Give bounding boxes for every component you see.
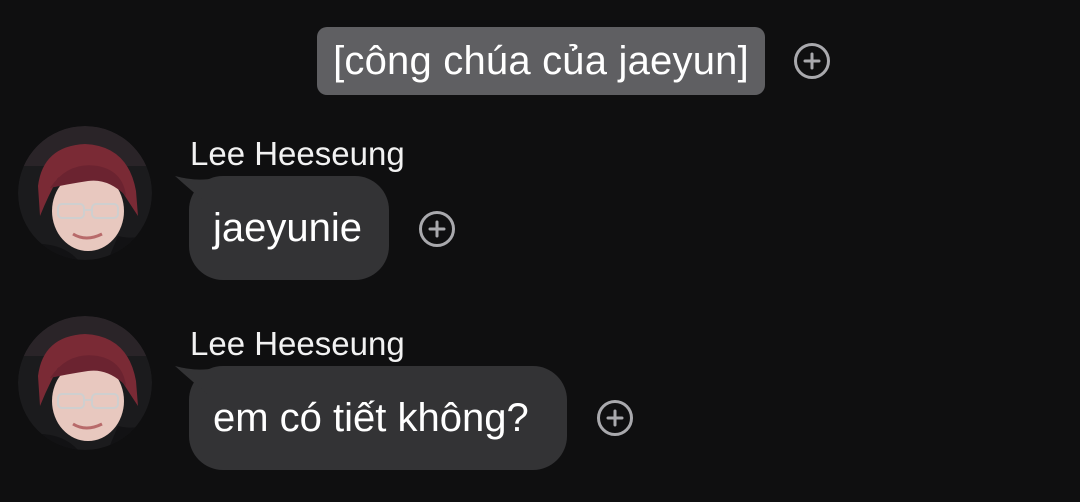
chat-notice-pill[interactable]: [công chúa của jaeyun] bbox=[317, 27, 765, 95]
add-reaction-icon[interactable] bbox=[597, 400, 633, 436]
sender-name: Lee Heeseung bbox=[190, 135, 405, 172]
chat-screen: [công chúa của jaeyun] Lee Heeseung jaey… bbox=[0, 0, 1080, 502]
chat-notice-text: [công chúa của jaeyun] bbox=[333, 38, 749, 83]
avatar[interactable] bbox=[18, 316, 152, 450]
avatar[interactable] bbox=[18, 126, 152, 260]
add-reaction-icon[interactable] bbox=[794, 43, 830, 79]
message-bubble[interactable]: jaeyunie bbox=[175, 176, 389, 280]
sender-name: Lee Heeseung bbox=[190, 325, 405, 362]
message-text: em có tiết không? bbox=[213, 395, 529, 440]
message-bubble[interactable]: em có tiết không? bbox=[175, 366, 567, 470]
bubble-tail bbox=[175, 366, 215, 400]
message-text: jaeyunie bbox=[213, 205, 363, 250]
bubble-tail bbox=[175, 176, 215, 210]
add-reaction-icon[interactable] bbox=[419, 211, 455, 247]
